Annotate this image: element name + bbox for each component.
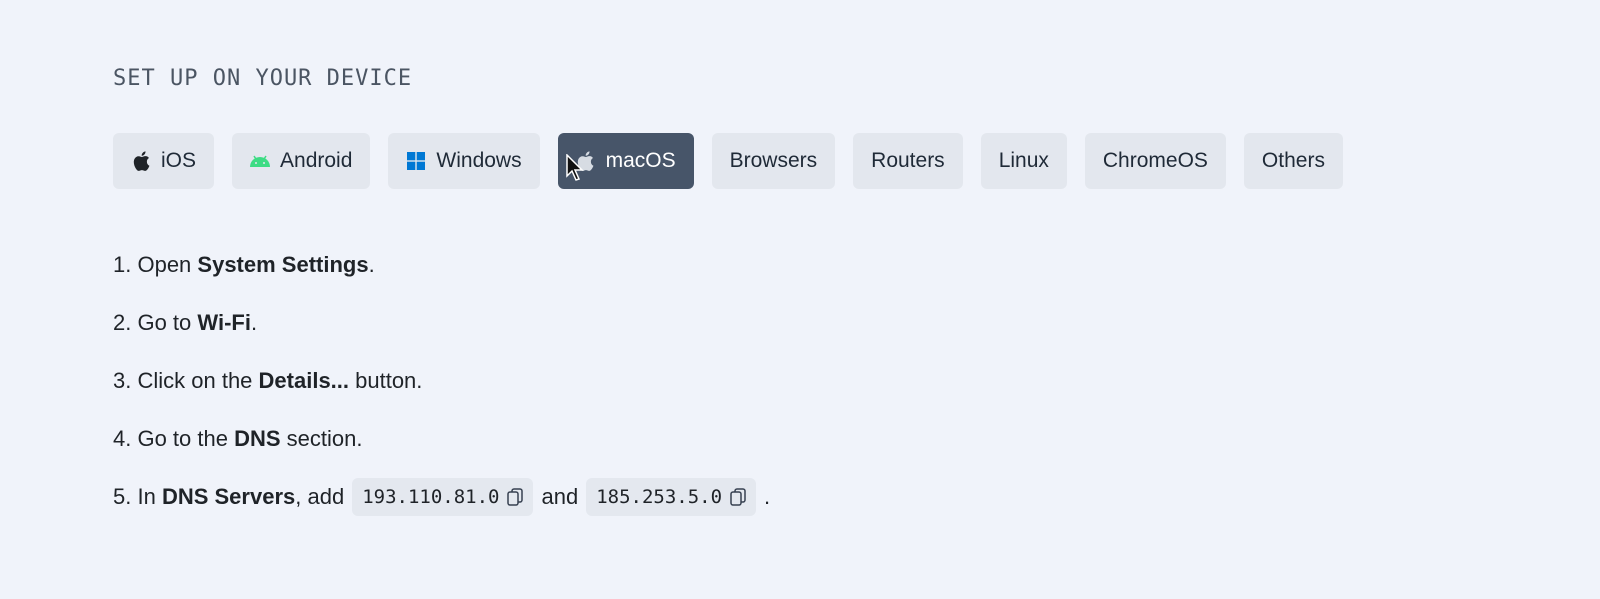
step-emphasis: DNS Servers [161,484,296,509]
step-text: Go to the [131,426,235,451]
tab-ios[interactable]: iOS [113,133,215,189]
step-text: and [541,484,579,509]
dns-server-2-copy[interactable]: 185.253.5.0 [586,478,757,516]
section-heading: SET UP ON YOUR DEVICE [113,66,413,91]
tab-android[interactable]: Android [232,133,371,189]
step-text: . [764,484,771,509]
tab-routers[interactable]: Routers [853,133,963,189]
tab-label: Browsers [729,149,818,172]
instruction-list: 1. Open System Settings. 2. Go to Wi-Fi.… [113,236,770,526]
step-emphasis: Details... [258,368,350,393]
step-text: Open [131,252,198,277]
tab-label: iOS [161,149,197,172]
step-3: 3. Click on the Details... button. [113,352,770,410]
mouse-cursor-icon [566,154,584,181]
tab-browsers[interactable]: Browsers [711,133,836,189]
step-emphasis: Wi-Fi [197,310,251,335]
tab-label: Routers [871,149,945,172]
tab-label: Others [1261,149,1325,172]
dns-server-1-copy[interactable]: 193.110.81.0 [352,478,534,516]
tab-label: macOS [605,149,676,172]
copy-icon [507,488,524,506]
windows-icon [406,151,426,171]
apple-icon [131,151,151,171]
step-4: 4. Go to the DNS section. [113,410,770,468]
step-text: . [368,252,375,277]
step-number: 2. [113,310,132,335]
step-emphasis: System Settings [197,252,369,277]
step-number: 1. [113,252,132,277]
tab-label: Linux [998,149,1049,172]
tab-linux[interactable]: Linux [980,133,1067,189]
tab-chromeos[interactable]: ChromeOS [1084,133,1226,189]
step-emphasis: DNS [234,426,281,451]
step-text: Go to [131,310,198,335]
step-1: 1. Open System Settings. [113,236,770,294]
dns-address: 193.110.81.0 [362,486,500,508]
step-text: button. [349,368,423,393]
step-text: , add [295,484,345,509]
step-number: 4. [113,426,132,451]
step-number: 5. [113,484,132,509]
device-tabs: iOS Android Windows macOS Browsers Route… [113,133,1343,189]
step-number: 3. [113,368,132,393]
tab-label: Android [280,149,353,172]
tab-others[interactable]: Others [1243,133,1343,189]
copy-icon [730,488,746,506]
tab-label: Windows [436,149,522,172]
step-text: Click on the [131,368,259,393]
android-icon [250,151,271,171]
step-5: 5. In DNS Servers, add 193.110.81.0 and … [113,468,770,526]
dns-address: 185.253.5.0 [596,486,723,508]
tab-windows[interactable]: Windows [388,133,540,189]
step-text: . [250,310,258,335]
tab-label: ChromeOS [1102,149,1208,172]
step-text: section. [280,426,363,451]
step-2: 2. Go to Wi-Fi. [113,294,770,352]
step-text: In [131,484,162,509]
